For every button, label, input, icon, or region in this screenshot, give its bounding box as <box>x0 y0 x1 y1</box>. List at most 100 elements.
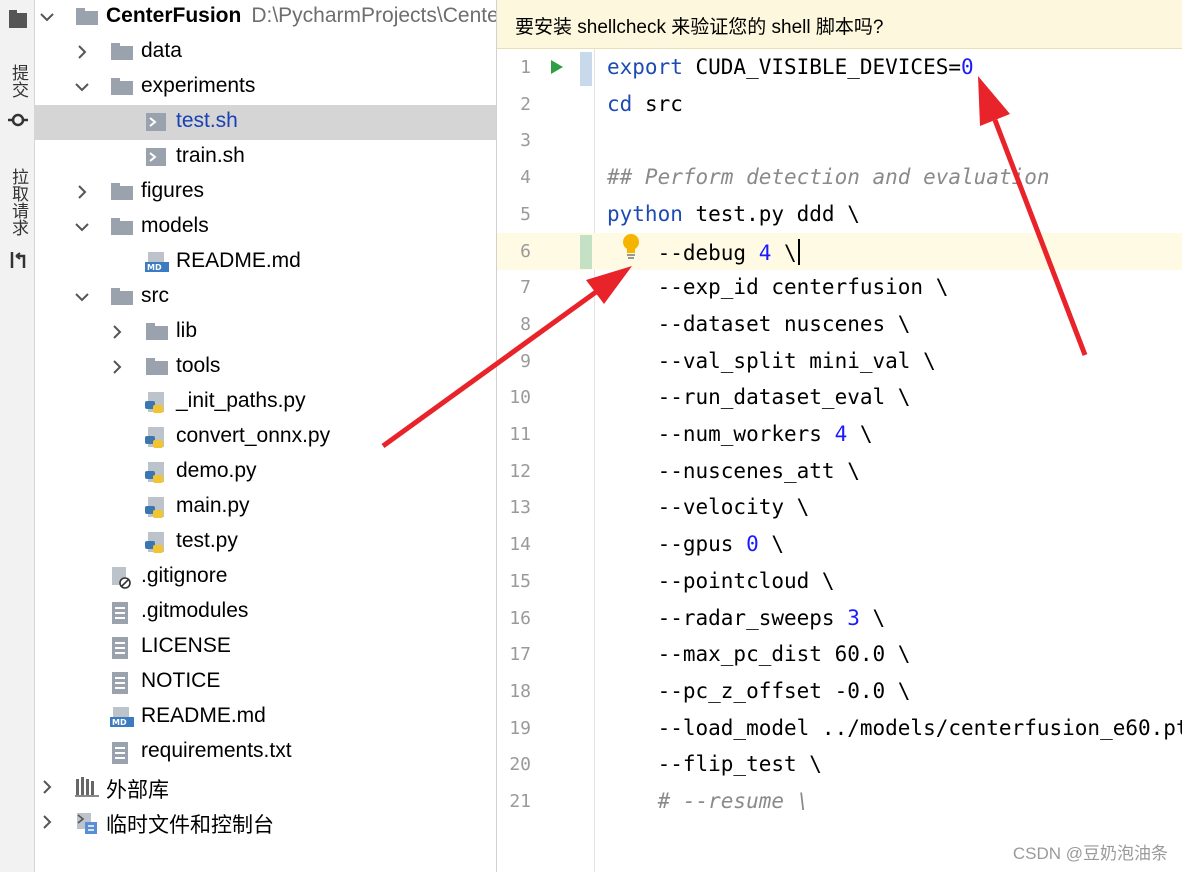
tree-item-node-23[interactable]: 临时文件和控制台 <box>35 805 496 840</box>
line-number[interactable]: 13 <box>497 497 531 518</box>
code-line[interactable]: 12 --nuscenes_att \ <box>497 453 1182 490</box>
line-number[interactable]: 9 <box>497 351 531 372</box>
commit-tool-label[interactable]: 提交 <box>8 64 28 98</box>
code-line[interactable]: 19 --load_model ../models/centerfusion_e… <box>497 710 1182 747</box>
chevron-down-icon[interactable] <box>74 219 90 235</box>
line-number[interactable]: 20 <box>497 754 531 775</box>
line-number[interactable]: 1 <box>497 57 531 78</box>
chevron-right-icon[interactable] <box>39 814 55 830</box>
line-number[interactable]: 7 <box>497 277 531 298</box>
code-text[interactable]: --load_model ../models/centerfusion_e60.… <box>607 716 1182 740</box>
line-number[interactable]: 5 <box>497 204 531 225</box>
code-line[interactable]: 13 --velocity \ <box>497 489 1182 526</box>
line-number[interactable]: 14 <box>497 534 531 555</box>
shellcheck-notification-bar[interactable]: 要安装 shellcheck 来验证您的 shell 脚本吗? <box>497 0 1182 49</box>
tree-item-license[interactable]: LICENSE <box>35 630 496 665</box>
code-editor[interactable]: 要安装 shellcheck 来验证您的 shell 脚本吗? 1 export … <box>497 0 1182 872</box>
code-line[interactable]: 1 export CUDA_VISIBLE_DEVICES=0 <box>497 49 1182 86</box>
chevron-right-icon[interactable] <box>109 324 125 340</box>
tree-item-tools[interactable]: tools <box>35 350 496 385</box>
code-line[interactable]: 9 --val_split mini_val \ <box>497 343 1182 380</box>
code-line[interactable]: 6 --debug 4 \ <box>497 232 1182 270</box>
intention-bulb-icon[interactable] <box>620 232 642 264</box>
code-line[interactable]: 3 <box>497 122 1182 159</box>
chevron-down-icon[interactable] <box>39 9 55 25</box>
code-text[interactable]: --exp_id centerfusion \ <box>607 275 949 299</box>
chevron-down-icon[interactable] <box>74 79 90 95</box>
tree-item-lib[interactable]: lib <box>35 315 496 350</box>
chevron-right-icon[interactable] <box>74 44 90 60</box>
tree-item-test-sh[interactable]: test.sh <box>35 105 496 140</box>
tree-item-figures[interactable]: figures <box>35 175 496 210</box>
line-number[interactable]: 8 <box>497 314 531 335</box>
line-number[interactable]: 16 <box>497 608 531 629</box>
code-text[interactable]: --max_pc_dist 60.0 \ <box>607 642 911 666</box>
vcs-change-marker[interactable] <box>580 235 592 269</box>
pull-requests-tool-label[interactable]: 拉取请求 <box>8 168 28 236</box>
tree-item-readme-md[interactable]: MD README.md <box>35 700 496 735</box>
code-line[interactable]: 14 --gpus 0 \ <box>497 526 1182 563</box>
line-number[interactable]: 4 <box>497 167 531 188</box>
code-line[interactable]: 2 cd src <box>497 86 1182 123</box>
line-number[interactable]: 2 <box>497 94 531 115</box>
line-number[interactable]: 18 <box>497 681 531 702</box>
code-text[interactable]: --velocity \ <box>607 495 810 519</box>
line-number[interactable]: 3 <box>497 130 531 151</box>
tree-item-init-paths-py[interactable]: _init_paths.py <box>35 385 496 420</box>
code-text[interactable]: python test.py ddd \ <box>607 202 860 226</box>
code-line[interactable]: 5 python test.py ddd \ <box>497 196 1182 233</box>
tree-item-demo-py[interactable]: demo.py <box>35 455 496 490</box>
code-line[interactable]: 8 --dataset nuscenes \ <box>497 306 1182 343</box>
project-tool-icon[interactable] <box>8 8 28 34</box>
code-text[interactable]: --nuscenes_att \ <box>607 459 860 483</box>
tree-item-models[interactable]: models <box>35 210 496 245</box>
code-text[interactable]: # --resume \ <box>607 789 810 813</box>
code-line[interactable]: 20 --flip_test \ <box>497 746 1182 783</box>
code-line[interactable]: 21 # --resume \ <box>497 783 1182 820</box>
tree-item-readme-md[interactable]: MD README.md <box>35 245 496 280</box>
line-number[interactable]: 11 <box>497 424 531 445</box>
chevron-right-icon[interactable] <box>39 779 55 795</box>
chevron-right-icon[interactable] <box>74 184 90 200</box>
code-text[interactable]: --run_dataset_eval \ <box>607 385 911 409</box>
code-line[interactable]: 7 --exp_id centerfusion \ <box>497 269 1182 306</box>
code-line[interactable]: 17 --max_pc_dist 60.0 \ <box>497 636 1182 673</box>
code-line[interactable]: 16 --radar_sweeps 3 \ <box>497 600 1182 637</box>
code-text[interactable]: --dataset nuscenes \ <box>607 312 911 336</box>
tree-item-train-sh[interactable]: train.sh <box>35 140 496 175</box>
code-line[interactable]: 11 --num_workers 4 \ <box>497 416 1182 453</box>
code-text[interactable]: --pointcloud \ <box>607 569 835 593</box>
code-text[interactable]: --flip_test \ <box>607 752 822 776</box>
tree-item-node-22[interactable]: 外部库 <box>35 770 496 805</box>
tree-item-main-py[interactable]: main.py <box>35 490 496 525</box>
code-text[interactable]: --val_split mini_val \ <box>607 349 936 373</box>
code-text[interactable]: --radar_sweeps 3 \ <box>607 606 886 630</box>
tree-item-notice[interactable]: NOTICE <box>35 665 496 700</box>
code-line[interactable]: 18 --pc_z_offset -0.0 \ <box>497 673 1182 710</box>
tree-item-convert-onnx-py[interactable]: convert_onnx.py <box>35 420 496 455</box>
code-text[interactable]: --gpus 0 \ <box>607 532 784 556</box>
pull-request-icon[interactable] <box>8 250 28 274</box>
tree-item-test-py[interactable]: test.py <box>35 525 496 560</box>
tree-item-centerfusion[interactable]: CenterFusionD:\PycharmProjects\CenterFus… <box>35 0 496 35</box>
tree-item-gitignore[interactable]: .gitignore <box>35 560 496 595</box>
code-text[interactable]: --pc_z_offset -0.0 \ <box>607 679 911 703</box>
code-line[interactable]: 4 ## Perform detection and evaluation <box>497 159 1182 196</box>
tree-item-src[interactable]: src <box>35 280 496 315</box>
code-line[interactable]: 10 --run_dataset_eval \ <box>497 379 1182 416</box>
tree-item-requirements-txt[interactable]: requirements.txt <box>35 735 496 770</box>
code-text[interactable]: ## Perform detection and evaluation <box>607 165 1050 189</box>
run-icon[interactable] <box>550 59 564 79</box>
chevron-right-icon[interactable] <box>109 359 125 375</box>
code-text[interactable]: --num_workers 4 \ <box>607 422 873 446</box>
line-number[interactable]: 6 <box>497 241 531 262</box>
line-number[interactable]: 19 <box>497 718 531 739</box>
code-text[interactable]: export CUDA_VISIBLE_DEVICES=0 <box>607 55 974 79</box>
line-number[interactable]: 15 <box>497 571 531 592</box>
tree-item-data[interactable]: data <box>35 35 496 70</box>
chevron-down-icon[interactable] <box>74 289 90 305</box>
line-number[interactable]: 17 <box>497 644 531 665</box>
code-text[interactable]: cd src <box>607 92 683 116</box>
line-number[interactable]: 21 <box>497 791 531 812</box>
line-number[interactable]: 12 <box>497 461 531 482</box>
